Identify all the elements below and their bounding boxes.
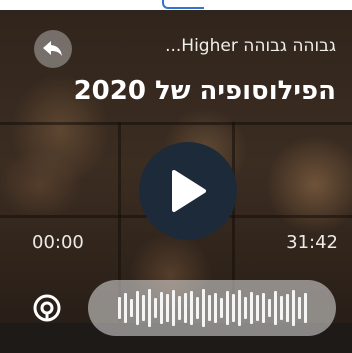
waveform-bar — [183, 293, 187, 323]
waveform-bar — [297, 297, 301, 319]
waveform-bar — [303, 293, 307, 323]
time-total: 31:42 — [286, 232, 338, 253]
waveform-bar — [213, 293, 217, 323]
waveform-bar — [129, 299, 133, 317]
play-button[interactable] — [139, 142, 237, 240]
waveform-bar — [159, 292, 163, 324]
waveform-bar — [225, 291, 229, 325]
waveform-bar — [135, 291, 139, 325]
waveform-bar — [189, 291, 193, 325]
waveform-bar — [117, 297, 121, 319]
waveform-bar — [201, 289, 205, 327]
waveform-bar — [177, 296, 181, 320]
waveform-bar — [165, 294, 169, 322]
waveform-bar — [279, 296, 283, 320]
reply-arrow-icon — [43, 41, 62, 56]
waveform-bar — [147, 289, 151, 327]
podcast-name[interactable]: גבוהה גבוהה Higher... — [96, 36, 336, 56]
waveform-bar — [123, 293, 127, 323]
waveform-bar — [207, 295, 211, 321]
waveform-seekbar[interactable] — [88, 280, 336, 336]
waveform-bar — [261, 293, 265, 323]
waveform-bar — [231, 294, 235, 322]
episode-title: הפילוסופיה של 2020 — [73, 76, 336, 106]
waveform-bar — [237, 290, 241, 326]
waveform-bar — [267, 299, 271, 317]
waveform-bar — [141, 295, 145, 321]
waveform-bar — [285, 294, 289, 322]
waveform-bar — [243, 297, 247, 319]
waveform-bar — [255, 295, 259, 321]
waveform-bar — [219, 298, 223, 318]
audio-player-card: גבוהה גבוהה Higher... הפילוסופיה של 2020… — [0, 10, 352, 353]
page-top-strip — [0, 0, 352, 10]
waveform-bar — [171, 290, 175, 326]
waveform-bar — [291, 290, 295, 326]
waveform-bar — [195, 297, 199, 319]
waveform-bar — [153, 298, 157, 318]
podcast-logo-icon[interactable] — [32, 293, 62, 323]
waveform-bar — [249, 292, 253, 324]
back-button[interactable] — [34, 30, 72, 68]
waveform-bar — [273, 291, 277, 325]
time-elapsed: 00:00 — [32, 232, 84, 253]
play-icon — [172, 170, 206, 212]
partial-link-underline — [162, 0, 204, 9]
